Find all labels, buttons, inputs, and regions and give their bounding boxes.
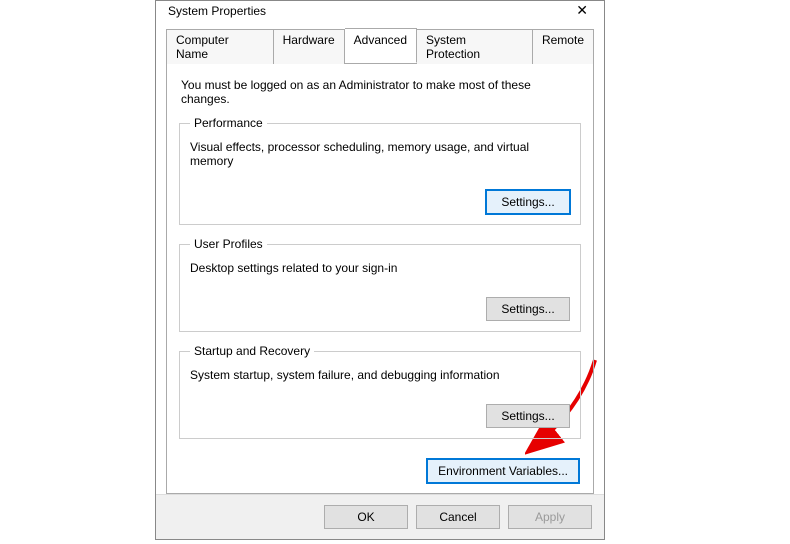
apply-button[interactable]: Apply: [508, 505, 592, 529]
tab-advanced[interactable]: Advanced: [345, 28, 417, 63]
tab-area: Computer Name Hardware Advanced System P…: [156, 20, 604, 494]
ok-button[interactable]: OK: [324, 505, 408, 529]
tab-hardware[interactable]: Hardware: [274, 29, 345, 64]
group-performance-legend: Performance: [190, 116, 267, 130]
group-profiles-legend: User Profiles: [190, 237, 267, 251]
close-icon[interactable]: ✕: [570, 2, 594, 19]
group-startup-legend: Startup and Recovery: [190, 344, 314, 358]
group-performance-desc: Visual effects, processor scheduling, me…: [190, 140, 570, 168]
startup-settings-button[interactable]: Settings...: [486, 404, 570, 428]
profiles-settings-button[interactable]: Settings...: [486, 297, 570, 321]
tab-strip: Computer Name Hardware Advanced System P…: [166, 28, 594, 63]
intro-text: You must be logged on as an Administrato…: [181, 78, 579, 106]
window-title: System Properties: [168, 4, 266, 18]
tab-remote[interactable]: Remote: [533, 29, 594, 64]
performance-settings-button[interactable]: Settings...: [486, 190, 570, 214]
dialog-footer: OK Cancel Apply: [156, 494, 604, 539]
group-user-profiles: User Profiles Desktop settings related t…: [179, 237, 581, 332]
tab-body-advanced: You must be logged on as an Administrato…: [166, 63, 594, 494]
cancel-button[interactable]: Cancel: [416, 505, 500, 529]
titlebar: System Properties ✕: [156, 1, 604, 20]
tab-computer-name[interactable]: Computer Name: [166, 29, 274, 64]
group-performance: Performance Visual effects, processor sc…: [179, 116, 581, 225]
system-properties-dialog: System Properties ✕ Computer Name Hardwa…: [155, 0, 605, 540]
group-startup-desc: System startup, system failure, and debu…: [190, 368, 570, 382]
group-startup-recovery: Startup and Recovery System startup, sys…: [179, 344, 581, 439]
tab-system-protection[interactable]: System Protection: [417, 29, 533, 64]
environment-variables-button[interactable]: Environment Variables...: [427, 459, 579, 483]
group-profiles-desc: Desktop settings related to your sign-in: [190, 261, 570, 275]
